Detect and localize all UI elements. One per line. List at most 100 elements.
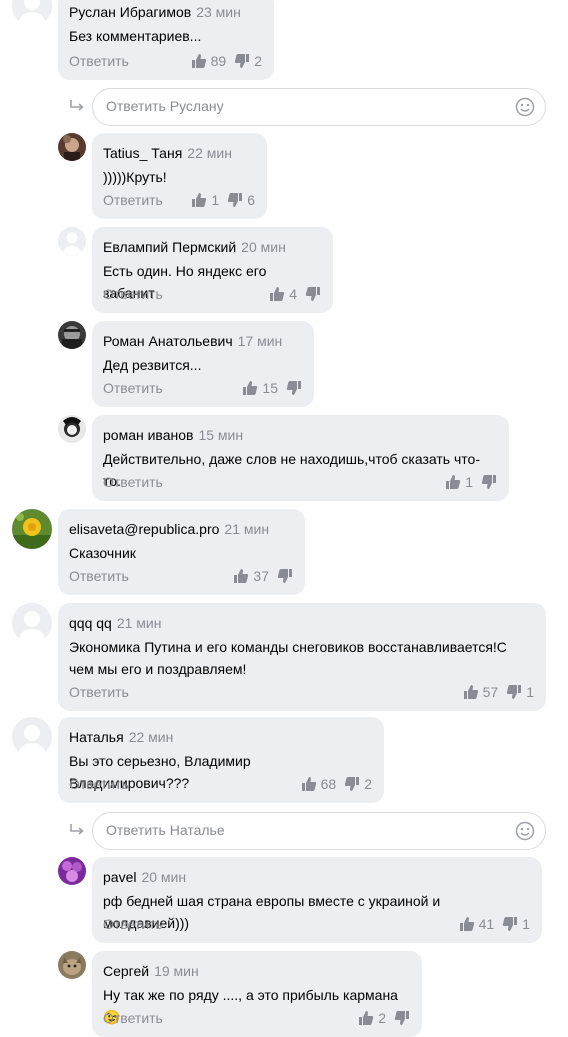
like-button[interactable]: 37 <box>233 568 269 584</box>
thumb-down-icon <box>507 685 522 699</box>
thumb-down-icon <box>235 54 250 68</box>
user-photo-icon <box>58 133 86 161</box>
avatar[interactable] <box>58 951 86 979</box>
user-photo-icon <box>58 415 86 443</box>
thumb-down-icon <box>394 1011 409 1025</box>
comment: Роман Анатольевич 17 мин Дед резвится... … <box>92 321 314 407</box>
reply-button[interactable]: Ответить <box>69 684 129 700</box>
comment: elisaveta@republica.pro 21 мин Сказочник … <box>58 509 305 595</box>
comment-author[interactable]: elisaveta@republica.pro <box>69 521 219 537</box>
comment-text: Дед резвится... <box>103 357 202 373</box>
comment-time: 20 мин <box>141 869 187 885</box>
comment-author[interactable]: Руслан Ибрагимов <box>69 4 191 20</box>
thumb-down-icon <box>503 917 518 931</box>
avatar[interactable] <box>12 603 52 643</box>
thumb-down-icon <box>228 193 243 207</box>
dislike-button[interactable] <box>394 1010 410 1026</box>
reply-button[interactable]: Ответить <box>69 776 129 792</box>
thumb-down-icon <box>305 287 320 301</box>
dislike-button[interactable]: 2 <box>234 53 262 69</box>
thumb-up-icon <box>301 777 316 791</box>
like-button[interactable]: 4 <box>269 286 297 302</box>
avatar[interactable] <box>58 227 86 255</box>
reply-button[interactable]: Ответить <box>103 286 163 302</box>
reply-button[interactable]: Ответить <box>103 380 163 396</box>
dislike-button[interactable]: 1 <box>506 684 534 700</box>
reply-arrow-icon <box>70 824 84 835</box>
like-button[interactable]: 57 <box>463 684 499 700</box>
comment-time: 15 мин <box>198 427 244 443</box>
dislike-button[interactable] <box>305 286 321 302</box>
comment: Евлампий Пермский 20 мин Есть один. Но ян… <box>92 227 333 313</box>
thumb-up-icon <box>191 54 206 68</box>
dislike-button[interactable] <box>481 474 497 490</box>
thumb-up-icon <box>463 685 478 699</box>
dislike-count: 1 <box>522 916 530 932</box>
comment-time: 22 мин <box>128 729 174 745</box>
dislike-button[interactable]: 6 <box>227 192 255 208</box>
thumb-up-icon <box>243 381 258 395</box>
user-photo-icon <box>58 321 86 349</box>
comment-author[interactable]: pavel <box>103 869 136 885</box>
reply-input[interactable]: Ответить Руслану <box>92 88 546 126</box>
emoji-icon[interactable] <box>515 821 535 841</box>
comment-author[interactable]: роман иванов <box>103 427 193 443</box>
emoji-icon[interactable] <box>515 97 535 117</box>
reply-button[interactable]: Ответить <box>103 1010 163 1026</box>
like-button[interactable]: 2 <box>358 1010 386 1026</box>
comment-author[interactable]: Евлампий Пермский <box>103 239 236 255</box>
thumb-up-icon <box>446 475 461 489</box>
user-photo-icon <box>58 857 86 885</box>
comment-text: Сказочник <box>69 545 136 561</box>
avatar[interactable] <box>12 717 52 757</box>
dislike-button[interactable]: 1 <box>502 916 530 932</box>
dislike-button[interactable]: 2 <box>344 776 372 792</box>
comment-author[interactable]: Tatius_ Таня <box>103 145 182 161</box>
reply-button[interactable]: Ответить <box>103 474 163 490</box>
like-button[interactable]: 68 <box>301 776 337 792</box>
like-count: 37 <box>253 568 269 584</box>
like-count: 4 <box>289 286 297 302</box>
like-button[interactable]: 1 <box>191 192 219 208</box>
comment: Руслан Ибрагимов 23 мин Без комментариев.… <box>58 0 274 80</box>
comment-time: 21 мин <box>116 615 162 631</box>
comment-author[interactable]: Роман Анатольевич <box>103 333 233 349</box>
avatar[interactable] <box>12 509 52 549</box>
user-photo-icon <box>12 509 52 549</box>
avatar[interactable] <box>12 0 52 26</box>
reply-button[interactable]: Ответить <box>103 916 163 932</box>
dislike-button[interactable] <box>277 568 293 584</box>
thumb-down-icon <box>345 777 360 791</box>
thumb-down-icon <box>286 381 301 395</box>
dislike-count: 2 <box>364 776 372 792</box>
like-count: 15 <box>262 380 278 396</box>
comment-author[interactable]: qqq qq <box>69 615 112 631</box>
comment-text: )))))Круть! <box>103 169 167 185</box>
reply-placeholder: Ответить Наталье <box>106 822 225 838</box>
avatar[interactable] <box>58 415 86 443</box>
comment-author[interactable]: Сергей <box>103 963 149 979</box>
avatar[interactable] <box>58 321 86 349</box>
like-count: 68 <box>320 776 337 792</box>
thumb-up-icon <box>192 193 207 207</box>
comment-time: 21 мин <box>224 521 270 537</box>
like-button[interactable]: 15 <box>242 380 278 396</box>
like-button[interactable]: 89 <box>191 53 226 69</box>
like-count: 57 <box>482 684 499 700</box>
thumb-up-icon <box>359 1011 374 1025</box>
reply-button[interactable]: Ответить <box>103 192 163 208</box>
default-avatar-icon <box>58 227 86 255</box>
like-button[interactable]: 41 <box>459 916 494 932</box>
thumb-up-icon <box>270 287 285 301</box>
reply-button[interactable]: Ответить <box>69 568 129 584</box>
default-avatar-icon <box>12 717 52 757</box>
dislike-button[interactable] <box>286 380 302 396</box>
dislike-count: 2 <box>254 53 262 69</box>
reply-button[interactable]: Ответить <box>69 53 129 69</box>
reply-input[interactable]: Ответить Наталье <box>92 812 546 850</box>
avatar[interactable] <box>58 857 86 885</box>
avatar[interactable] <box>58 133 86 161</box>
like-button[interactable]: 1 <box>445 474 473 490</box>
comment-author[interactable]: Наталья <box>69 729 124 745</box>
comment: роман иванов 15 мин Действительно, даже с… <box>92 415 509 501</box>
